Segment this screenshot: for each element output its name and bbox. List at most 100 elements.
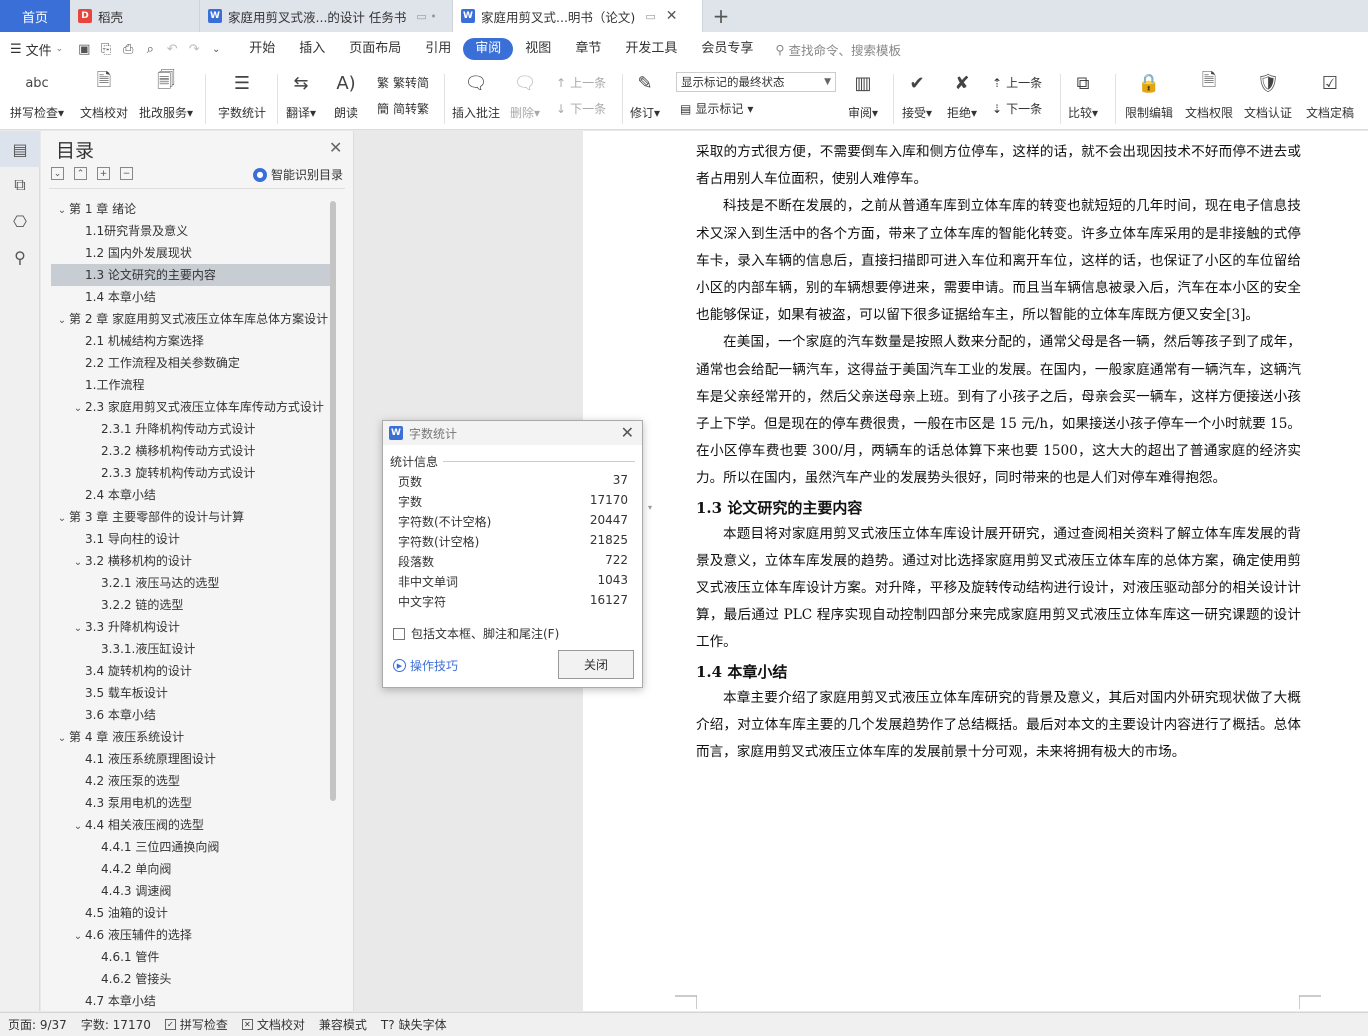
toc-item[interactable]: ⌄ 第 2 章 家庭用剪叉式液压立体车库总体方案设计: [51, 308, 331, 330]
toc-item[interactable]: 4.3 泵用电机的选型: [51, 792, 331, 814]
spellcheck-button[interactable]: abc 拼写检查▾: [10, 68, 64, 121]
prev-change-button[interactable]: ⇡ 上一条: [992, 74, 1042, 91]
save-icon[interactable]: ▣: [73, 38, 95, 60]
doc-finalize-button[interactable]: ☑ 文档定稿: [1306, 68, 1354, 121]
toc-item[interactable]: 2.2 工作流程及相关参数确定: [51, 352, 331, 374]
toc-item[interactable]: 4.2 液压泵的选型: [51, 770, 331, 792]
toc-item[interactable]: ⌄ 4.6 液压辅件的选择: [51, 924, 331, 946]
command-search[interactable]: ⚲ 查找命令、搜索模板: [775, 40, 901, 59]
customize-icon[interactable]: ⌄: [205, 38, 227, 60]
word-count-button[interactable]: ☰ 字数统计: [218, 68, 266, 121]
document-body[interactable]: 采取的方式很方便，不需要倒车入库和侧方位停车，这样的话，就不会出现因技术不好而停…: [696, 139, 1301, 766]
menu-chapter[interactable]: 章节: [563, 38, 613, 60]
chevron-down-icon[interactable]: ⌄: [71, 618, 85, 638]
trad-to-simplified-button[interactable]: 繁繁转简: [377, 74, 429, 91]
toc-item[interactable]: 2.4 本章小结: [51, 484, 331, 506]
compare-button[interactable]: ⧉ 比较▾: [1068, 68, 1098, 121]
toc-item[interactable]: ⌄ 第 3 章 主要零部件的设计与计算: [51, 506, 331, 528]
toc-item[interactable]: ⌄ 3.2 横移机构的设计: [51, 550, 331, 572]
tab-docer[interactable]: D 稻壳: [70, 0, 200, 32]
print-preview-icon[interactable]: ⌕: [139, 38, 161, 60]
toc-item[interactable]: 2.3.1 升降机构传动方式设计: [51, 418, 331, 440]
toc-item[interactable]: 4.5 油箱的设计: [51, 902, 331, 924]
simplified-to-trad-button[interactable]: 簡简转繁: [377, 100, 429, 117]
checkbox-box[interactable]: [393, 627, 405, 640]
toc-item[interactable]: ⌄ 第 1 章 绪论: [51, 198, 331, 220]
menu-insert[interactable]: 插入: [287, 38, 337, 60]
toc-item[interactable]: 1.工作流程: [51, 374, 331, 396]
next-comment-button[interactable]: ↓ 下一条: [556, 100, 606, 117]
chevron-down-icon[interactable]: ⌄: [71, 398, 85, 418]
dialog-titlebar[interactable]: W 字数统计 ✕: [383, 421, 642, 445]
chapter-nav-icon[interactable]: ⧉: [0, 167, 40, 203]
toc-panel-icon[interactable]: ▤: [0, 131, 40, 167]
prev-comment-button[interactable]: ↑ 上一条: [556, 74, 606, 91]
chevron-down-icon[interactable]: ⌄: [71, 816, 85, 836]
menu-layout[interactable]: 页面布局: [337, 38, 413, 60]
toc-item[interactable]: 3.3.1.液压缸设计: [51, 638, 331, 660]
toc-item[interactable]: 1.2 国内外发展现状: [51, 242, 331, 264]
chevron-down-icon[interactable]: ⌄: [71, 552, 85, 572]
menu-start[interactable]: 开始: [237, 38, 287, 60]
doc-permission-button[interactable]: 🗎 文档权限: [1185, 68, 1233, 121]
toc-item[interactable]: 4.6.1 管件: [51, 946, 331, 968]
menu-review[interactable]: 审阅: [463, 38, 514, 60]
toc-item[interactable]: ⌄ 2.3 家庭用剪叉式液压立体车库传动方式设计: [51, 396, 331, 418]
tab-thesis-doc[interactable]: W 家庭用剪叉式...明书（论文) ▭ ✕: [453, 0, 703, 32]
toc-item[interactable]: 2.3.2 横移机构传动方式设计: [51, 440, 331, 462]
reject-button[interactable]: ✘ 拒绝▾: [947, 68, 977, 121]
toc-item[interactable]: 4.4.3 调速阀: [51, 880, 331, 902]
undo-icon[interactable]: ↶: [161, 38, 183, 60]
toc-item[interactable]: 4.4.1 三位四通换向阀: [51, 836, 331, 858]
toc-item[interactable]: 4.4.2 单向阀: [51, 858, 331, 880]
toc-item[interactable]: 2.1 机械结构方案选择: [51, 330, 331, 352]
toc-item[interactable]: ⌄ 3.3 升降机构设计: [51, 616, 331, 638]
toc-item[interactable]: 3.5 载车板设计: [51, 682, 331, 704]
toc-item[interactable]: 4.7 本章小结: [51, 990, 331, 1008]
tab-task-doc[interactable]: W 家庭用剪叉式液...的设计 任务书 ▭ •: [200, 0, 453, 32]
toc-item[interactable]: 2.3.3 旋转机构传动方式设计: [51, 462, 331, 484]
status-spellcheck[interactable]: ✓ 拼写检查: [164, 1016, 228, 1033]
chevron-down-icon[interactable]: ⌄: [55, 200, 69, 220]
word-count-indicator[interactable]: 字数: 17170: [81, 1016, 151, 1033]
read-aloud-button[interactable]: A) 朗读: [332, 68, 360, 121]
toc-scrollbar[interactable]: [330, 201, 336, 801]
bookmark-icon[interactable]: ⎔: [0, 203, 40, 239]
toc-item[interactable]: 1.3 论文研究的主要内容: [51, 264, 331, 286]
close-button[interactable]: 关闭: [558, 650, 634, 679]
toc-item[interactable]: 4.1 液压系统原理图设计: [51, 748, 331, 770]
collapse-all-icon[interactable]: ⌄: [51, 167, 64, 180]
menu-reference[interactable]: 引用: [413, 38, 463, 60]
toc-item[interactable]: 3.1 导向柱的设计: [51, 528, 331, 550]
toc-item[interactable]: ⌄ 4.4 相关液压阀的选型: [51, 814, 331, 836]
close-icon[interactable]: ✕: [329, 138, 342, 157]
proofread-button[interactable]: 🗎 文档校对: [80, 68, 128, 121]
tips-link[interactable]: ▶ 操作技巧: [393, 657, 458, 674]
redo-icon[interactable]: ↷: [183, 38, 205, 60]
add-heading-icon[interactable]: +: [97, 167, 110, 180]
search-icon[interactable]: ⚲: [0, 239, 40, 275]
review-pane-button[interactable]: ▥ 审阅▾: [848, 68, 878, 121]
close-tab-icon[interactable]: ✕: [666, 8, 678, 24]
revise-button[interactable]: ✎ 修订▾: [630, 68, 660, 121]
status-proofread[interactable]: ✕ 文档校对: [241, 1016, 305, 1033]
doc-certify-button[interactable]: 🛡 文档认证: [1244, 68, 1292, 121]
close-icon[interactable]: ✕: [621, 423, 634, 442]
toc-item[interactable]: 1.1研究背景及意义: [51, 220, 331, 242]
file-menu[interactable]: ☰ 文件 ⌄: [10, 40, 63, 59]
new-tab-button[interactable]: +: [703, 0, 739, 32]
page-indicator[interactable]: 页面: 9/37: [8, 1016, 67, 1033]
print-icon[interactable]: ⎙: [117, 38, 139, 60]
missing-font-button[interactable]: T? 缺失字体: [381, 1016, 447, 1033]
menu-member[interactable]: 会员专享: [689, 38, 765, 60]
insert-comment-button[interactable]: 🗨 插入批注: [452, 68, 500, 121]
toc-item[interactable]: 3.2.1 液压马达的选型: [51, 572, 331, 594]
next-change-button[interactable]: ⇣ 下一条: [992, 100, 1042, 117]
toc-item[interactable]: 4.6.2 管接头: [51, 968, 331, 990]
remove-heading-icon[interactable]: −: [120, 167, 133, 180]
chevron-down-icon[interactable]: ⌄: [55, 728, 69, 748]
chevron-down-icon[interactable]: ⌄: [55, 508, 69, 528]
toc-item[interactable]: 3.2.2 链的选型: [51, 594, 331, 616]
delete-comment-button[interactable]: 🗨 删除▾: [510, 68, 540, 121]
markup-mode-select[interactable]: 显示标记的最终状态 ▼: [676, 72, 836, 92]
